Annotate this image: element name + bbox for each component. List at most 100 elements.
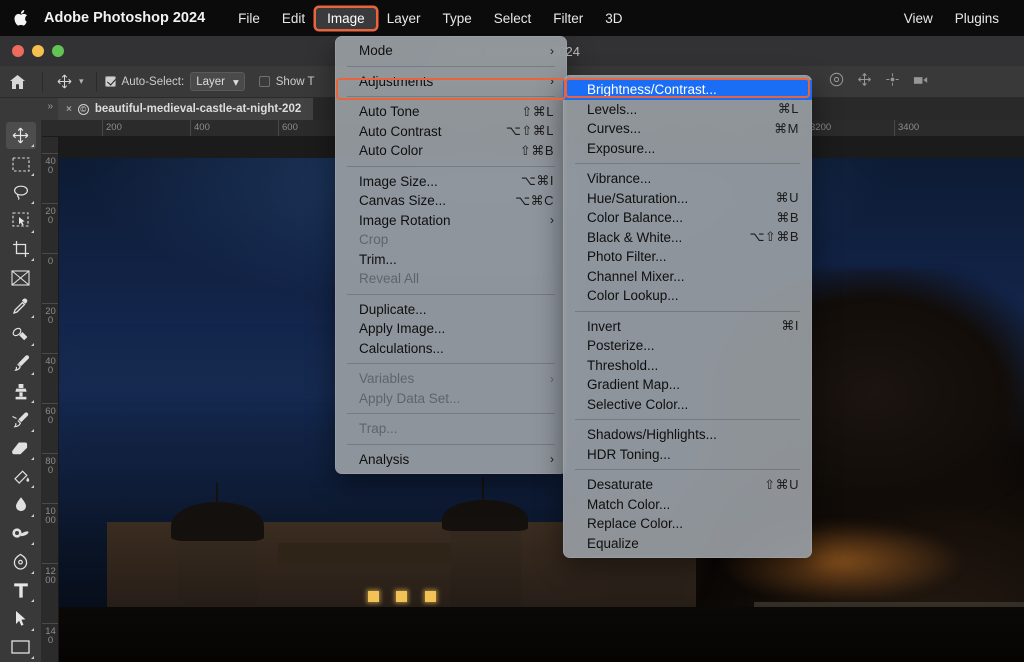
3d-camera-icon[interactable]: [913, 73, 930, 91]
tool-nub-icon: [31, 485, 34, 488]
menu-item-label: Auto Color: [359, 144, 423, 158]
close-window-button[interactable]: [12, 45, 24, 57]
maximize-window-button[interactable]: [52, 45, 64, 57]
menu-item-adjustments[interactable]: Adjustments ›: [335, 72, 567, 92]
3d-slide-icon[interactable]: [885, 72, 900, 92]
menu-separator: [575, 469, 800, 470]
menu-item-gradient-map[interactable]: Gradient Map...: [563, 375, 812, 395]
menu-item-image-rotation[interactable]: Image Rotation ›: [335, 211, 567, 231]
move-tool[interactable]: [6, 122, 36, 149]
menu-item-apply-image[interactable]: Apply Image...: [335, 319, 567, 339]
castle-dome-left: [171, 502, 264, 541]
home-icon[interactable]: [0, 75, 34, 89]
menu-type[interactable]: Type: [431, 8, 482, 29]
menu-item-trim[interactable]: Trim...: [335, 250, 567, 270]
show-transform-controls-checkbox[interactable]: [259, 76, 270, 87]
menu-item-equalize[interactable]: Equalize: [563, 534, 812, 554]
menu-edit[interactable]: Edit: [271, 8, 316, 29]
auto-select-dropdown[interactable]: Layer ▾: [190, 72, 245, 91]
menu-item-auto-contrast[interactable]: Auto Contrast ⌥⇧⌘L: [335, 122, 567, 142]
menu-item-duplicate[interactable]: Duplicate...: [335, 300, 567, 320]
menu-item-threshold[interactable]: Threshold...: [563, 356, 812, 376]
auto-select-checkbox[interactable]: [105, 76, 116, 87]
menu-image[interactable]: Image: [316, 8, 376, 29]
menu-layer[interactable]: Layer: [376, 8, 432, 29]
menu-item-auto-tone[interactable]: Auto Tone ⇧⌘L: [335, 102, 567, 122]
object-selection-tool[interactable]: [6, 207, 36, 234]
menu-item-exposure[interactable]: Exposure...: [563, 139, 812, 159]
menu-item-channel-mixer[interactable]: Channel Mixer...: [563, 267, 812, 287]
panel-expand-toggle[interactable]: »: [0, 98, 58, 120]
ruler-v-label: 200: [45, 307, 56, 325]
ruler-h-label: 400: [194, 122, 210, 133]
lasso-tool[interactable]: [6, 179, 36, 206]
menu-item-label: Analysis: [359, 453, 409, 467]
menu-3d[interactable]: 3D: [594, 8, 633, 29]
dodge-tool[interactable]: [6, 520, 36, 547]
menu-item-image-size[interactable]: Image Size... ⌥⌘I: [335, 172, 567, 192]
vertical-ruler[interactable]: 400 200 0 200 400 600 800 1000 1: [42, 137, 59, 662]
minimize-window-button[interactable]: [32, 45, 44, 57]
eyedropper-tool[interactable]: [6, 293, 36, 320]
menu-item-analysis[interactable]: Analysis ›: [335, 450, 567, 470]
menu-item-shadows-highlights[interactable]: Shadows/Highlights...: [563, 425, 812, 445]
menu-item-color-lookup[interactable]: Color Lookup...: [563, 286, 812, 306]
image-menu-dropdown[interactable]: Mode › Adjustments › Auto Tone ⇧⌘L Auto …: [335, 36, 567, 474]
rectangle-tool[interactable]: [6, 634, 36, 661]
gradient-tool[interactable]: [6, 463, 36, 490]
menu-item-desaturate[interactable]: Desaturate ⇧⌘U: [563, 475, 812, 495]
3d-pan-icon[interactable]: [857, 72, 872, 92]
frame-tool[interactable]: [6, 264, 36, 291]
menu-item-selective-color[interactable]: Selective Color...: [563, 395, 812, 415]
menu-item-label: Crop: [359, 233, 388, 247]
menu-item-invert[interactable]: Invert ⌘I: [563, 317, 812, 337]
menu-item-auto-color[interactable]: Auto Color ⇧⌘B: [335, 141, 567, 161]
lit-window: [425, 591, 436, 602]
menu-item-photo-filter[interactable]: Photo Filter...: [563, 247, 812, 267]
menu-item-replace-color[interactable]: Replace Color...: [563, 514, 812, 534]
rectangular-marquee-tool[interactable]: [6, 150, 36, 177]
menu-filter[interactable]: Filter: [542, 8, 594, 29]
menu-item-levels[interactable]: Levels... ⌘L: [563, 100, 812, 120]
menu-select[interactable]: Select: [483, 8, 543, 29]
chevron-right-icon: ›: [550, 44, 554, 58]
apple-logo-icon[interactable]: [14, 9, 30, 27]
blur-tool[interactable]: [6, 491, 36, 518]
menu-item-black-and-white[interactable]: Black & White... ⌥⇧⌘B: [563, 228, 812, 248]
move-tool-icon[interactable]: [51, 74, 77, 89]
menu-item-brightness-contrast[interactable]: Brightness/Contrast...: [563, 80, 812, 100]
menu-view[interactable]: View: [893, 8, 944, 29]
tool-preset-chevron-down-icon[interactable]: ▾: [79, 76, 84, 87]
tool-nub-icon: [31, 372, 34, 375]
pen-tool[interactable]: [6, 548, 36, 575]
history-brush-tool[interactable]: [6, 406, 36, 433]
menu-item-hue-saturation[interactable]: Hue/Saturation... ⌘U: [563, 189, 812, 209]
menu-item-shortcut: ⌘B: [760, 210, 799, 226]
document-tab[interactable]: × © beautiful-medieval-castle-at-night-2…: [58, 98, 314, 120]
eraser-tool[interactable]: [6, 435, 36, 462]
path-selection-tool[interactable]: [6, 605, 36, 632]
3d-orbit-icon[interactable]: [829, 72, 844, 92]
menu-item-posterize[interactable]: Posterize...: [563, 336, 812, 356]
menu-separator: [347, 294, 555, 295]
clone-stamp-tool[interactable]: [6, 378, 36, 405]
menu-plugins[interactable]: Plugins: [944, 8, 1010, 29]
menu-item-canvas-size[interactable]: Canvas Size... ⌥⌘C: [335, 191, 567, 211]
menu-item-calculations[interactable]: Calculations...: [335, 339, 567, 359]
menu-item-match-color[interactable]: Match Color...: [563, 495, 812, 515]
type-tool[interactable]: [6, 577, 36, 604]
menu-item-mode[interactable]: Mode ›: [335, 41, 567, 61]
menu-item-curves[interactable]: Curves... ⌘M: [563, 119, 812, 139]
crop-tool[interactable]: [6, 236, 36, 263]
options-separator: [42, 72, 43, 92]
menu-item-color-balance[interactable]: Color Balance... ⌘B: [563, 208, 812, 228]
menu-item-label: Duplicate...: [359, 303, 427, 317]
menu-item-label: Color Lookup...: [587, 289, 679, 303]
close-icon[interactable]: ×: [66, 104, 72, 115]
brush-tool[interactable]: [6, 349, 36, 376]
menu-item-vibrance[interactable]: Vibrance...: [563, 169, 812, 189]
menu-file[interactable]: File: [227, 8, 271, 29]
adjustments-submenu[interactable]: Brightness/Contrast... Levels... ⌘L Curv…: [563, 75, 812, 558]
spot-healing-brush-tool[interactable]: [6, 321, 36, 348]
menu-item-hdr-toning[interactable]: HDR Toning...: [563, 445, 812, 465]
